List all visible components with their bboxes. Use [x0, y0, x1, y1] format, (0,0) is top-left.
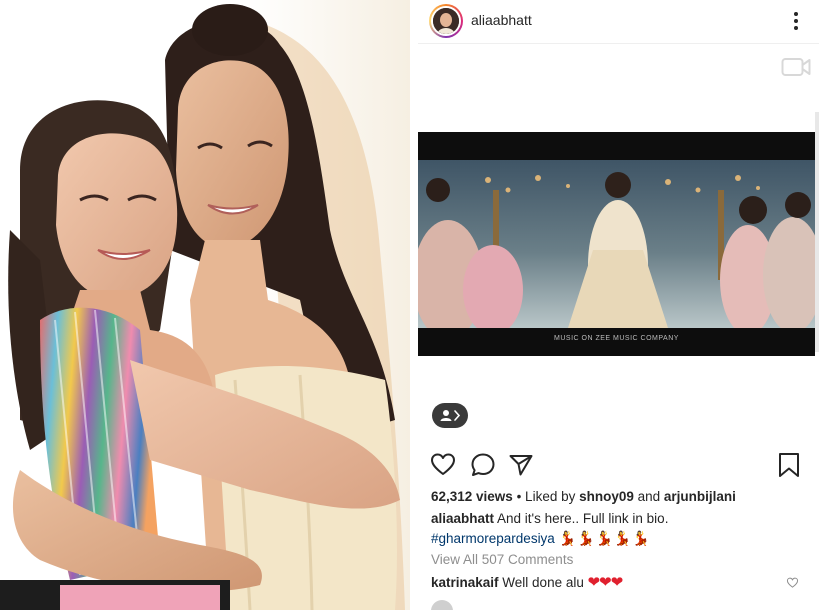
paper-plane-icon[interactable] [508, 452, 534, 478]
next-comment-avatar [431, 600, 453, 610]
views-and-likes: 62,312 views • Liked by shnoy09 and arju… [431, 489, 736, 504]
avatar-image [433, 8, 459, 34]
comment-text: Well done alu [498, 575, 588, 590]
comment-bubble-icon[interactable] [470, 452, 496, 478]
scrollbar[interactable] [815, 112, 819, 352]
video-camera-icon [781, 58, 811, 76]
hashtag-line: #gharmorepardesiya 💃💃💃💃💃 [431, 530, 651, 547]
post-header: aliaabhatt [418, 0, 819, 44]
hashtag-link[interactable]: #gharmorepardesiya [431, 531, 555, 546]
comment-username[interactable]: katrinakaif [431, 575, 499, 590]
post-caption: aliaabhatt And it's here.. Full link in … [431, 511, 668, 526]
video-still [418, 160, 815, 328]
post-actions [418, 452, 819, 480]
instagram-post: aliaabhatt MUSIC ON ZEE MUSIC COMPANY 62… [418, 0, 819, 610]
profile-avatar[interactable] [429, 4, 463, 38]
more-vertical-icon[interactable] [793, 11, 799, 31]
comment-like-icon[interactable] [786, 577, 799, 589]
video-credit: MUSIC ON ZEE MUSIC COMPANY [554, 335, 679, 342]
liked-user-1[interactable]: shnoy09 [579, 489, 634, 504]
user-tag-icon [440, 410, 461, 421]
post-username[interactable]: aliaabhatt [471, 12, 532, 28]
caption-text: And it's here.. Full link in bio. [494, 511, 669, 526]
view-all-comments-link[interactable]: View All 507 Comments [431, 552, 573, 567]
bookmark-icon[interactable] [777, 452, 801, 478]
views-count[interactable]: 62,312 views [431, 489, 513, 504]
post-video[interactable]: MUSIC ON ZEE MUSIC COMPANY [418, 132, 815, 356]
photo-panel [0, 0, 410, 610]
heart-emojis: ❤❤❤ [587, 574, 624, 591]
hug-photo [0, 0, 410, 610]
dancer-emojis: 💃💃💃💃💃 [558, 530, 651, 546]
heart-icon[interactable] [430, 452, 456, 478]
caption-username[interactable]: aliaabhatt [431, 511, 494, 526]
comment-row: katrinakaif Well done alu ❤❤❤ [431, 573, 624, 591]
liked-user-2[interactable]: arjunbijlani [664, 489, 736, 504]
user-tag-button[interactable] [432, 403, 468, 428]
